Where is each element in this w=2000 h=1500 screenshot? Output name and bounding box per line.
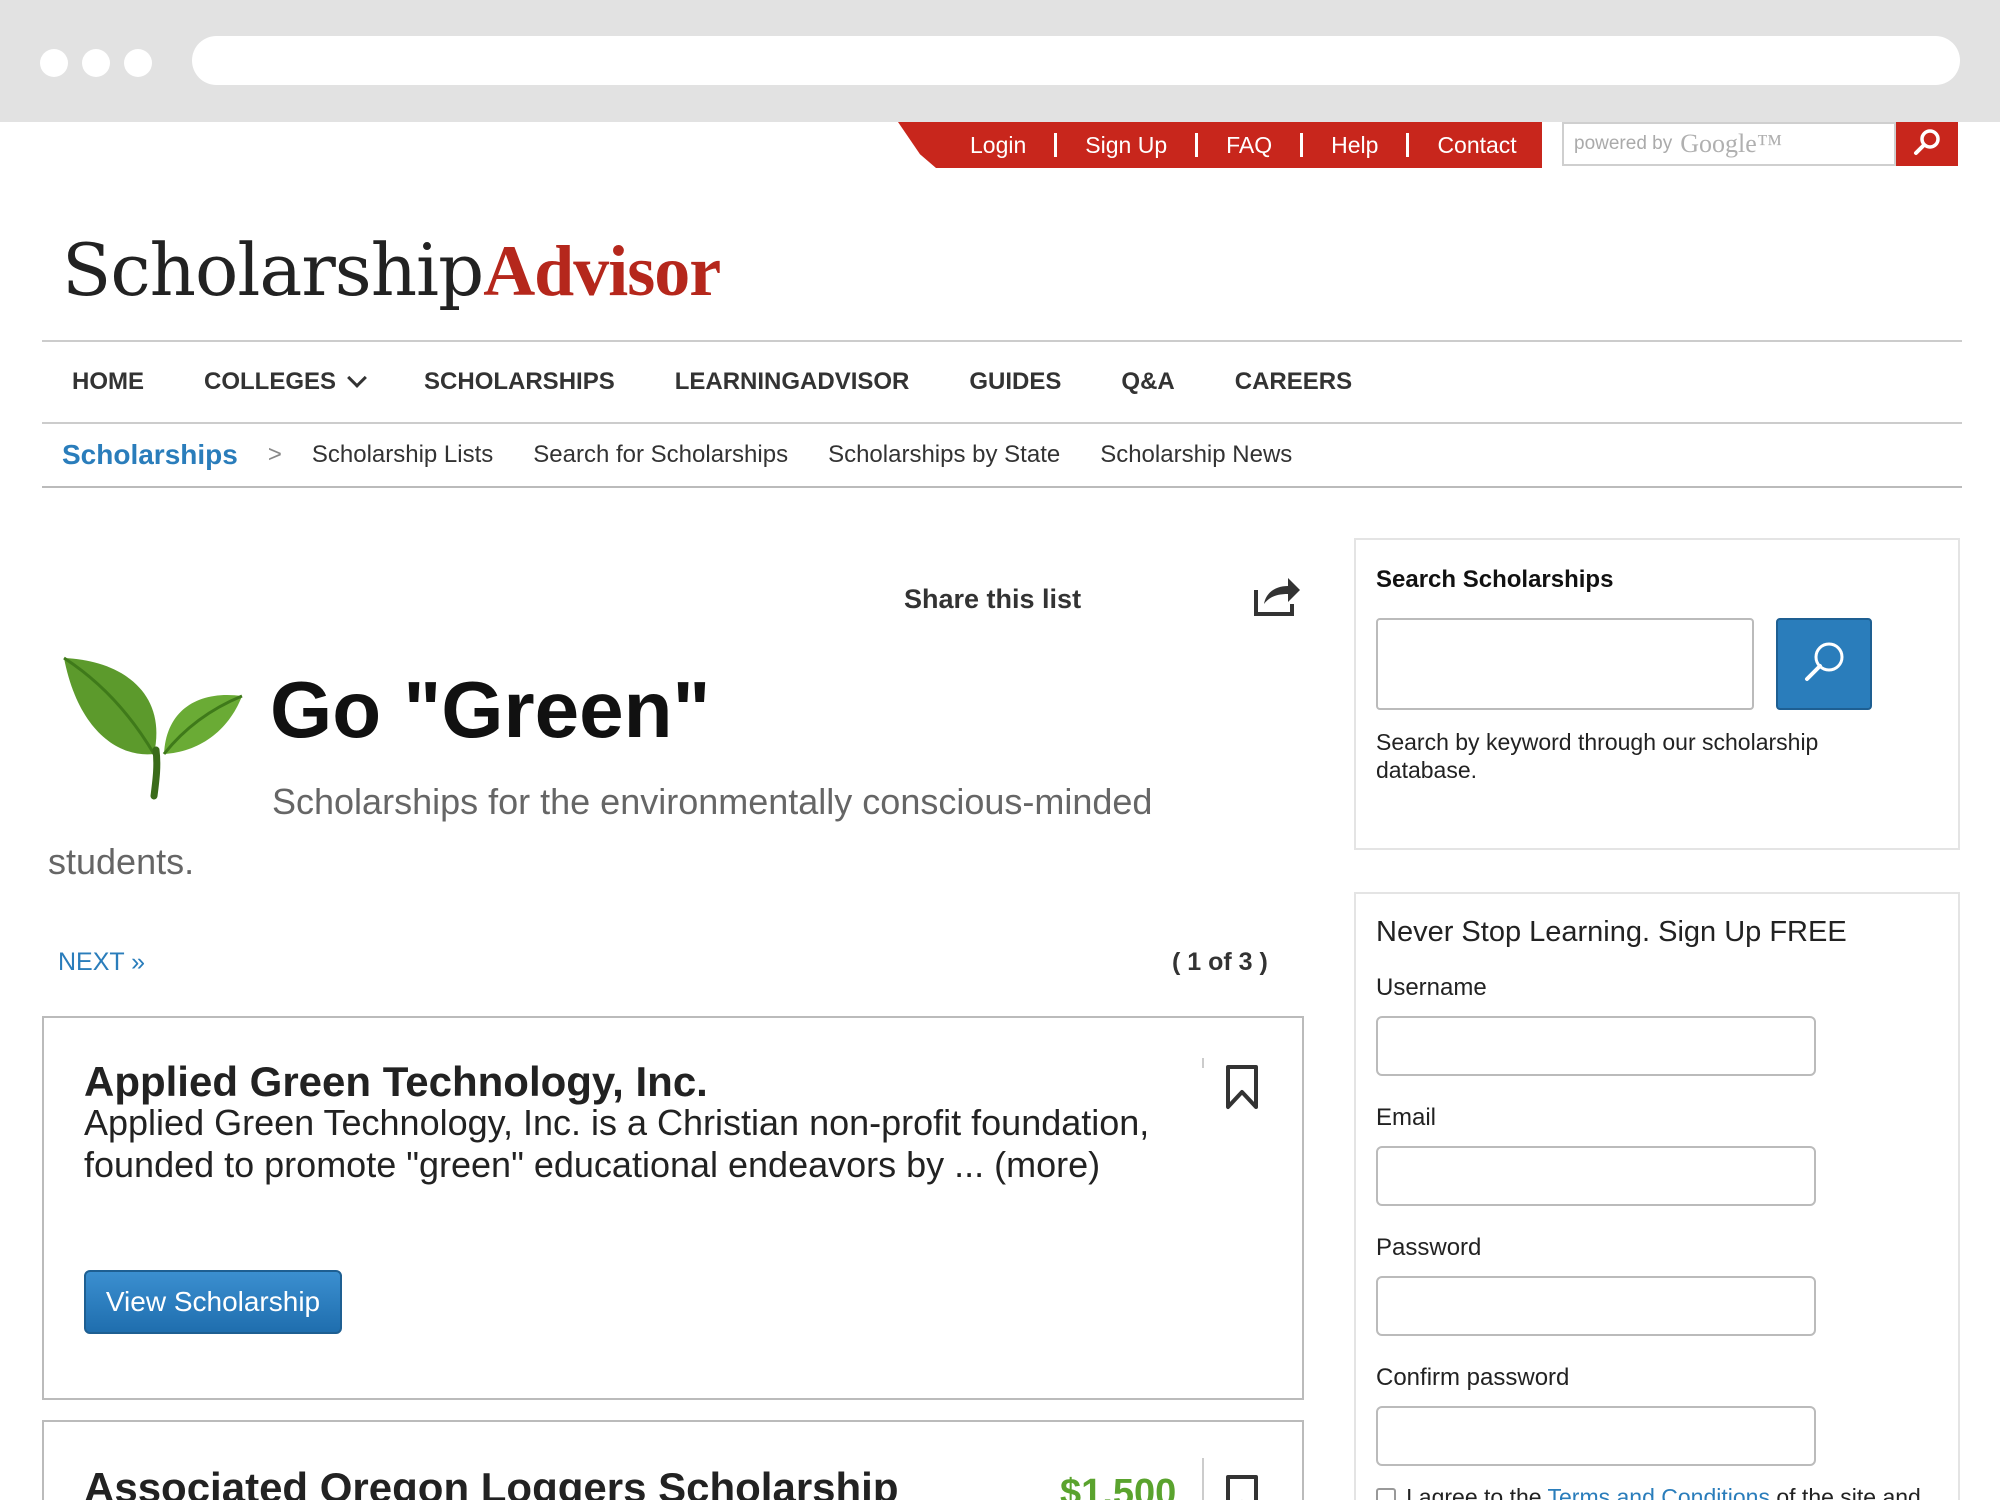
divider bbox=[1054, 133, 1058, 157]
terms-link[interactable]: Terms and Conditions bbox=[1548, 1484, 1770, 1500]
scholarship-search-input[interactable] bbox=[1376, 618, 1754, 710]
signup-panel: Never Stop Learning. Sign Up FREE Userna… bbox=[1354, 892, 1960, 1500]
contact-link[interactable]: Contact bbox=[1437, 132, 1516, 159]
login-link[interactable]: Login bbox=[970, 132, 1026, 159]
nav-home[interactable]: HOME bbox=[72, 368, 144, 396]
nav-learningadvisor-label: LEARNINGADVISOR bbox=[674, 368, 910, 395]
nav-qa[interactable]: Q&A bbox=[1121, 368, 1174, 396]
logo-part-advisor: Advisor bbox=[483, 231, 721, 311]
page-subtitle: Scholarships for the environmentally con… bbox=[48, 781, 1153, 882]
window-dot-minimize[interactable] bbox=[82, 49, 110, 77]
subnav-scholarship-news[interactable]: Scholarship News bbox=[1100, 441, 1292, 469]
subnav-scholarships-by-state[interactable]: Scholarships by State bbox=[828, 441, 1060, 469]
nav-home-label: HOME bbox=[72, 368, 144, 395]
sub-nav: Scholarships > Scholarship Lists Search … bbox=[42, 424, 1962, 488]
view-scholarship-button[interactable]: View Scholarship bbox=[84, 1270, 342, 1334]
scholarship-name[interactable]: Associated Oregon Loggers Scholarship bbox=[84, 1464, 899, 1500]
divider bbox=[1406, 133, 1410, 157]
bookmark-icon[interactable] bbox=[1224, 1474, 1260, 1500]
nav-scholarships[interactable]: SCHOLARSHIPS bbox=[424, 368, 615, 396]
page-indicator: ( 1 of 3 ) bbox=[1172, 948, 1268, 976]
nav-scholarships-label: SCHOLARSHIPS bbox=[424, 368, 615, 395]
password-field[interactable] bbox=[1376, 1276, 1816, 1336]
nav-careers[interactable]: CAREERS bbox=[1235, 368, 1352, 396]
email-field[interactable] bbox=[1376, 1146, 1816, 1206]
next-page-link[interactable]: NEXT » bbox=[58, 948, 145, 977]
terms-checkbox[interactable] bbox=[1376, 1487, 1396, 1500]
nav-guides[interactable]: GUIDES bbox=[969, 368, 1061, 396]
browser-chrome bbox=[0, 0, 2000, 122]
chevron-down-icon bbox=[347, 368, 367, 388]
search-panel-title: Search Scholarships bbox=[1376, 566, 1614, 593]
share-list-label[interactable]: Share this list bbox=[904, 584, 1081, 615]
search-powered-label: powered by bbox=[1574, 133, 1673, 154]
search-icon bbox=[1799, 637, 1849, 692]
help-link[interactable]: Help bbox=[1331, 132, 1378, 159]
nav-qa-label: Q&A bbox=[1121, 368, 1175, 395]
nav-guides-label: GUIDES bbox=[969, 368, 1062, 395]
window-dot-maximize[interactable] bbox=[124, 49, 152, 77]
email-label: Email bbox=[1376, 1104, 1437, 1131]
signup-panel-title: Never Stop Learning. Sign Up FREE bbox=[1376, 916, 1847, 948]
address-bar[interactable] bbox=[192, 36, 1960, 85]
username-field[interactable] bbox=[1376, 1016, 1816, 1076]
top-utility-bar: Login Sign Up FAQ Help Contact bbox=[898, 122, 1542, 168]
subnav-scholarship-lists[interactable]: Scholarship Lists bbox=[312, 441, 493, 469]
bookmark-icon[interactable] bbox=[1224, 1064, 1260, 1115]
scholarship-amount: $1,500 bbox=[1060, 1472, 1177, 1500]
terms-prefix: I agree to the bbox=[1406, 1484, 1548, 1500]
scholarship-description: Applied Green Technology, Inc. is a Chri… bbox=[84, 1102, 1150, 1185]
nav-colleges[interactable]: COLLEGES bbox=[204, 368, 367, 396]
search-scholarships-panel: Search Scholarships Search by keyword th… bbox=[1354, 538, 1960, 850]
breadcrumb-separator: > bbox=[267, 441, 282, 468]
scholarship-search-button[interactable] bbox=[1776, 618, 1872, 710]
divider bbox=[1195, 133, 1199, 157]
subnav-scholarships-active[interactable]: Scholarships bbox=[62, 439, 238, 471]
terms-agreement: I agree to the Terms and Conditions of t… bbox=[1376, 1484, 1921, 1500]
search-panel-help: Search by keyword through our scholarshi… bbox=[1376, 729, 1819, 783]
scholarship-name[interactable]: Applied Green Technology, Inc. bbox=[84, 1058, 708, 1106]
scholarship-card: Associated Oregon Loggers Scholarship $1… bbox=[42, 1420, 1304, 1500]
site-search-button[interactable] bbox=[1896, 122, 1958, 166]
nav-colleges-label: COLLEGES bbox=[204, 368, 337, 395]
divider bbox=[1202, 1458, 1204, 1500]
window-dot-close[interactable] bbox=[40, 49, 68, 77]
nav-careers-label: CAREERS bbox=[1234, 368, 1353, 395]
terms-suffix: of the site and bbox=[1769, 1484, 1921, 1500]
site-logo[interactable]: ScholarshipAdvisor bbox=[62, 228, 721, 313]
main-nav: HOME COLLEGES SCHOLARSHIPS LEARNINGADVIS… bbox=[42, 340, 1962, 424]
page-title: Go "Green" bbox=[270, 665, 711, 754]
confirm-password-label: Confirm password bbox=[1376, 1364, 1570, 1391]
google-brand-label: Google™ bbox=[1680, 129, 1783, 158]
nav-learningadvisor[interactable]: LEARNINGADVISOR bbox=[675, 368, 910, 396]
logo-part-scholarship: Scholarship bbox=[62, 228, 484, 312]
faq-link[interactable]: FAQ bbox=[1226, 132, 1272, 159]
password-label: Password bbox=[1376, 1234, 1482, 1261]
divider bbox=[1300, 133, 1304, 157]
username-label: Username bbox=[1376, 974, 1487, 1001]
confirm-password-field[interactable] bbox=[1376, 1406, 1816, 1466]
divider bbox=[1202, 1058, 1204, 1068]
site-search-input[interactable]: powered by Google™ bbox=[1562, 122, 1896, 166]
share-icon[interactable] bbox=[1252, 574, 1302, 623]
scholarship-card: Applied Green Technology, Inc. Applied G… bbox=[42, 1016, 1304, 1400]
subnav-search-scholarships[interactable]: Search for Scholarships bbox=[533, 441, 788, 469]
search-icon bbox=[1912, 127, 1942, 162]
signup-link[interactable]: Sign Up bbox=[1085, 132, 1167, 159]
